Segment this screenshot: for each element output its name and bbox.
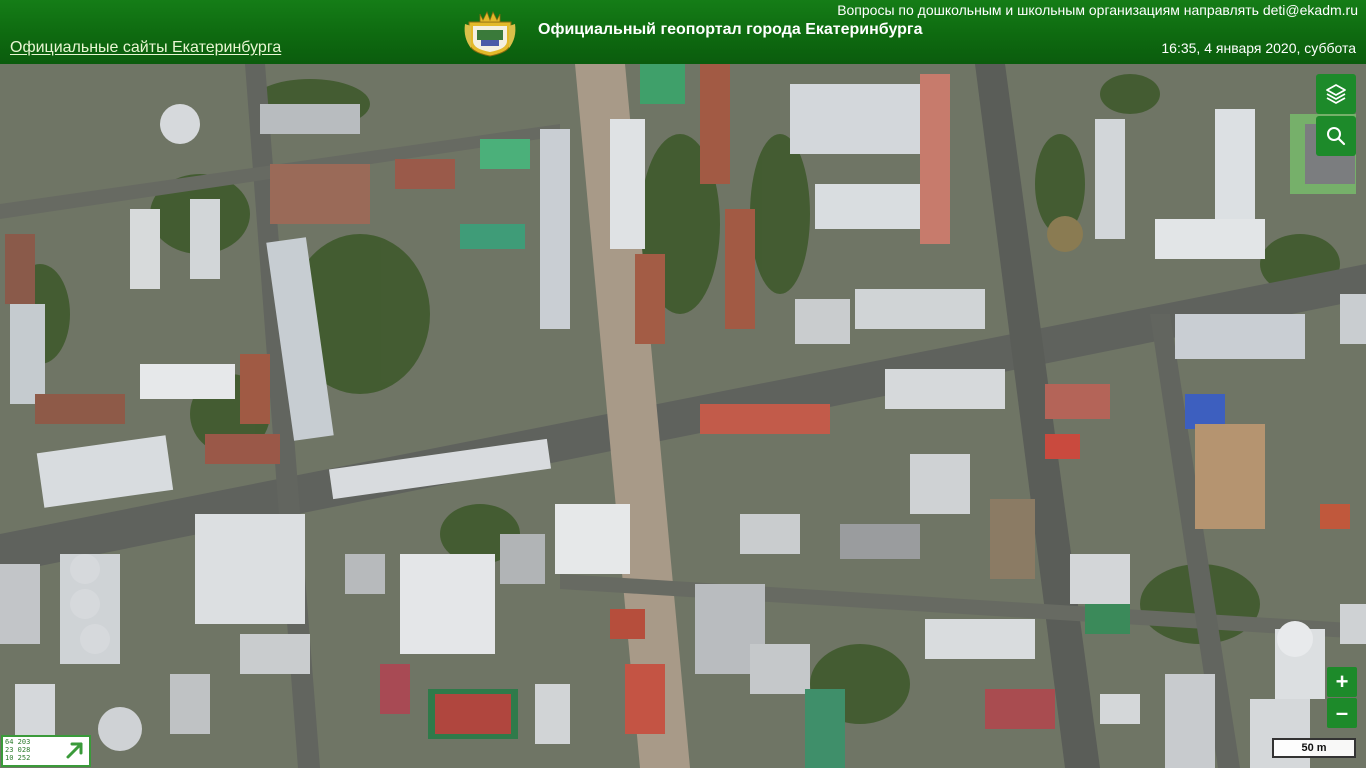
overview-coordinates-widget[interactable]: 64 203 23 028 10 252 [1, 735, 91, 767]
expand-arrow-icon [66, 742, 83, 759]
top-header: Официальные сайты Екатеринбурга Официаль… [0, 0, 1366, 64]
coord-line-2: 23 028 [5, 746, 31, 754]
scale-label: 50 m [1301, 742, 1327, 754]
search-icon [1327, 127, 1346, 146]
layers-icon [1326, 84, 1346, 104]
coord-line-3: 10 252 [5, 754, 31, 762]
search-button[interactable] [1316, 116, 1356, 156]
zoom-in-button[interactable]: + [1327, 667, 1357, 697]
scale-bar: 50 m [1272, 738, 1356, 758]
layers-button[interactable] [1316, 74, 1356, 114]
page-title: Официальный геопортал города Екатеринбур… [538, 21, 923, 38]
satellite-map[interactable]: + – 50 m 64 203 23 028 10 252 [0, 64, 1366, 768]
official-sites-link[interactable]: Официальные сайты Екатеринбурга [10, 39, 281, 57]
geoportal-page: Официальные сайты Екатеринбурга Официаль… [0, 0, 1366, 768]
coord-line-1: 64 203 [5, 738, 31, 746]
coordinates-readout: 64 203 23 028 10 252 [5, 738, 30, 762]
map-imagery [0, 64, 1366, 768]
sports-field [428, 689, 518, 739]
current-datetime: 16:35, 4 января 2020, суббота [1161, 40, 1356, 56]
zoom-out-button[interactable]: – [1327, 698, 1357, 728]
contact-notice: Вопросы по дошкольным и школьным организ… [837, 2, 1358, 18]
city-coat-of-arms-icon [464, 11, 516, 57]
